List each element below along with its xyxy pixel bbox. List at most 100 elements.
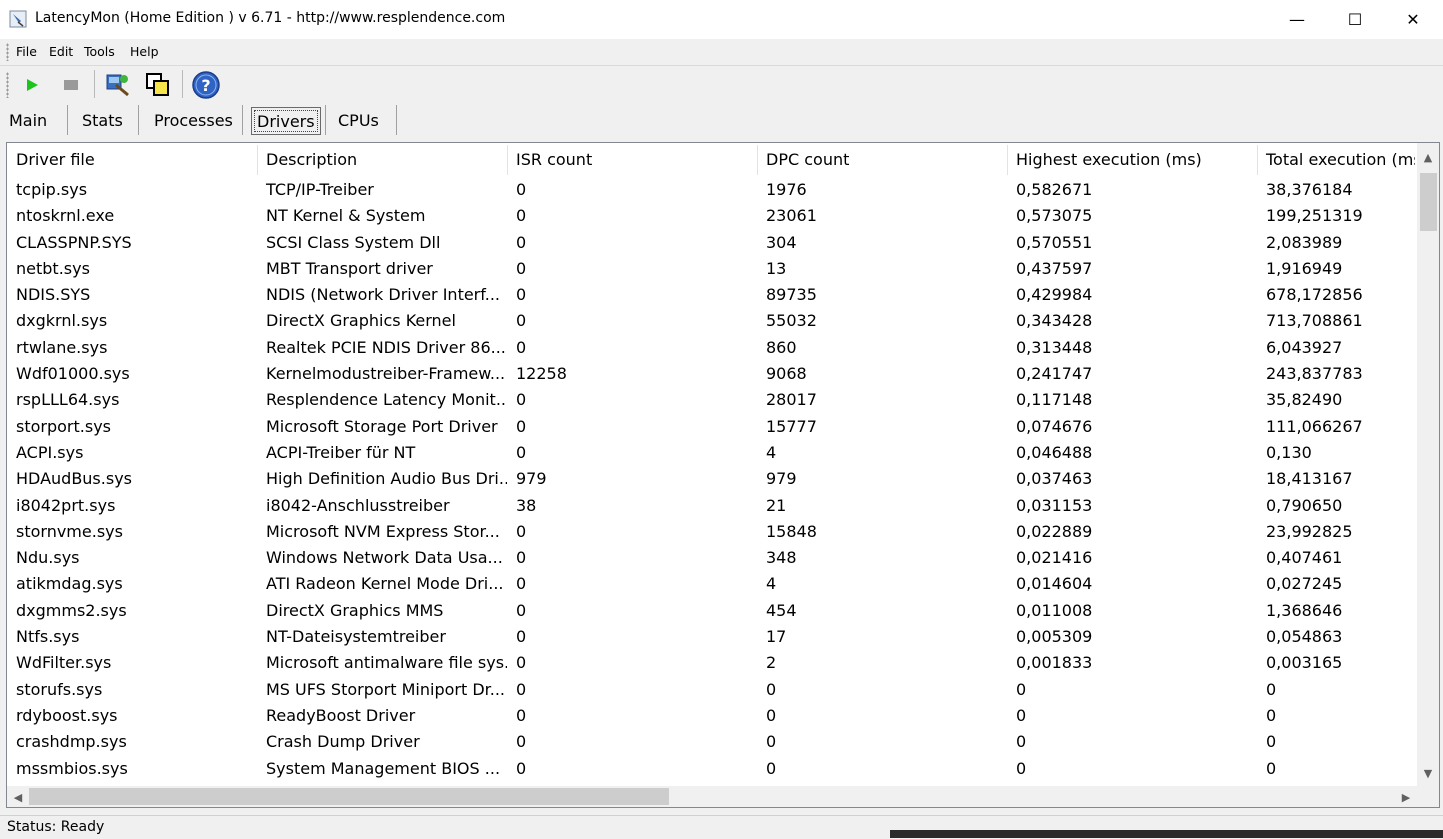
table-row[interactable]: dxgkrnl.sys DirectX Graphics Kernel 0 55032…	[7, 308, 1415, 334]
scroll-down-arrow[interactable]: ▼	[1417, 763, 1439, 783]
table-row[interactable]: NDIS.SYS NDIS (Network Driver Interf... 0 8…	[7, 282, 1415, 308]
table-row[interactable]: i8042prt.sys i8042-Anschlusstreiber 38 21 0,…	[7, 493, 1415, 519]
cell-dpc-count: 4	[766, 442, 777, 462]
cell-dpc-count: 979	[766, 469, 797, 489]
cell-dpc-count: 55032	[766, 311, 817, 331]
cell-isr-count: 0	[516, 311, 527, 331]
help-button[interactable]: ?	[191, 70, 221, 100]
column-header-driver-file[interactable]: Driver file	[7, 143, 257, 177]
table-row[interactable]: netbt.sys MBT Transport driver 0 13 0,437597…	[7, 256, 1415, 282]
cell-isr-count: 0	[516, 653, 527, 673]
table-row[interactable]: HDAudBus.sys High Definition Audio Bus Dr…	[7, 466, 1415, 492]
cell-isr-count: 0	[516, 232, 527, 252]
cell-isr-count: 0	[516, 574, 527, 594]
cell-driver-file: storufs.sys	[16, 679, 103, 699]
column-header-highest-execution[interactable]: Highest execution (ms)	[1007, 143, 1257, 177]
cell-description: High Definition Audio Bus Dri...	[266, 469, 507, 489]
cell-highest-execution: 0,343428	[1016, 311, 1093, 331]
tab-stats[interactable]: Stats	[82, 107, 123, 133]
tab-main[interactable]: Main	[9, 107, 47, 133]
cell-highest-execution: 0,241747	[1016, 364, 1093, 384]
table-row[interactable]: rspLLL64.sys Resplendence Latency Monit..…	[7, 387, 1415, 413]
scroll-left-arrow[interactable]: ◀	[7, 787, 29, 807]
cell-driver-file: ntoskrnl.exe	[16, 206, 115, 226]
close-button[interactable]: ✕	[1384, 0, 1442, 39]
tab-drivers[interactable]: Drivers	[251, 107, 321, 135]
menu-edit[interactable]: Edit	[49, 44, 73, 59]
play-icon	[27, 79, 38, 91]
table-body: tcpip.sys TCP/IP-Treiber 0 1976 0,582671 38,3…	[7, 177, 1415, 781]
status-text: Status: Ready	[7, 819, 105, 835]
vertical-scroll-thumb[interactable]	[1420, 173, 1437, 231]
tab-bar: Main Stats Processes Drivers CPUs	[0, 103, 1443, 137]
cell-description: DirectX Graphics MMS	[266, 600, 444, 620]
scroll-right-arrow[interactable]: ▶	[1395, 787, 1417, 807]
cell-highest-execution: 0	[1016, 705, 1027, 725]
table-row[interactable]: storufs.sys MS UFS Storport Miniport Dr..…	[7, 677, 1415, 703]
cell-description: Microsoft NVM Express Stor...	[266, 521, 500, 541]
cell-description: SCSI Class System Dll	[266, 232, 441, 252]
table-row[interactable]: CLASSPNP.SYS SCSI Class System Dll 0 304 0,5…	[7, 230, 1415, 256]
column-header-total-execution[interactable]: Total execution (ms)	[1257, 143, 1415, 177]
table-row[interactable]: ACPI.sys ACPI-Treiber für NT 0 4 0,046488 0,1…	[7, 440, 1415, 466]
stop-icon	[64, 80, 78, 90]
toolbar: ?	[0, 66, 1443, 103]
tab-processes[interactable]: Processes	[154, 107, 233, 133]
windows-button[interactable]	[143, 70, 173, 100]
horizontal-scrollbar[interactable]: ◀ ▶	[7, 786, 1417, 807]
table-row[interactable]: dxgmms2.sys DirectX Graphics MMS 0 454 0,011…	[7, 598, 1415, 624]
menu-help[interactable]: Help	[130, 44, 159, 59]
drivers-list[interactable]: Driver file Description ISR count DPC co…	[6, 142, 1440, 808]
table-row[interactable]: Wdf01000.sys Kernelmodustreiber-Framew...…	[7, 361, 1415, 387]
menu-bar: File Edit Tools Help	[0, 39, 1443, 66]
table-row[interactable]: tcpip.sys TCP/IP-Treiber 0 1976 0,582671 38,3…	[7, 177, 1415, 203]
column-header-dpc-count[interactable]: DPC count	[757, 143, 1007, 177]
table-row[interactable]: atikmdag.sys ATI Radeon Kernel Mode Dri..…	[7, 571, 1415, 597]
minimize-button[interactable]: —	[1268, 0, 1326, 39]
cell-dpc-count: 2	[766, 653, 777, 673]
cell-isr-count: 0	[516, 258, 527, 278]
cell-description: NT-Dateisystemtreiber	[266, 627, 446, 647]
tab-cpus[interactable]: CPUs	[338, 107, 379, 133]
table-row[interactable]: mssmbios.sys System Management BIOS ... 0 0…	[7, 756, 1415, 781]
start-button[interactable]	[17, 70, 47, 100]
svg-text:?: ?	[201, 76, 210, 95]
table-row[interactable]: Ndu.sys Windows Network Data Usa... 0 348 0,…	[7, 545, 1415, 571]
menu-file[interactable]: File	[16, 44, 37, 59]
table-row[interactable]: WdFilter.sys Microsoft antimalware file s…	[7, 650, 1415, 676]
cell-dpc-count: 15848	[766, 521, 817, 541]
table-row[interactable]: stornvme.sys Microsoft NVM Express Stor..…	[7, 519, 1415, 545]
cell-dpc-count: 454	[766, 600, 797, 620]
cell-description: ACPI-Treiber für NT	[266, 442, 416, 462]
cell-isr-count: 0	[516, 180, 527, 199]
column-header-isr-count[interactable]: ISR count	[507, 143, 757, 177]
cell-isr-count: 0	[516, 732, 527, 752]
table-row[interactable]: Ntfs.sys NT-Dateisystemtreiber 0 17 0,005309…	[7, 624, 1415, 650]
cell-driver-file: HDAudBus.sys	[16, 469, 132, 489]
cell-highest-execution: 0,313448	[1016, 337, 1093, 357]
background-window-strip	[890, 830, 1443, 838]
cell-total-execution: 678,172856	[1266, 285, 1363, 305]
cell-highest-execution: 0	[1016, 679, 1027, 699]
driver-tool-button[interactable]	[103, 70, 133, 100]
column-header-description[interactable]: Description	[257, 143, 507, 177]
cell-description: DirectX Graphics Kernel	[266, 311, 456, 331]
cell-dpc-count: 304	[766, 232, 797, 252]
vertical-scrollbar[interactable]: ▲ ▼	[1417, 143, 1439, 786]
horizontal-scroll-thumb[interactable]	[29, 788, 669, 805]
table-row[interactable]: ntoskrnl.exe NT Kernel & System 0 23061 0,57…	[7, 203, 1415, 229]
toolbar-separator	[182, 70, 183, 98]
scroll-up-arrow[interactable]: ▲	[1417, 147, 1439, 167]
table-row[interactable]: crashdmp.sys Crash Dump Driver 0 0 0 0	[7, 729, 1415, 755]
cell-total-execution: 0,054863	[1266, 627, 1343, 647]
cell-driver-file: rspLLL64.sys	[16, 390, 120, 410]
table-row[interactable]: storport.sys Microsoft Storage Port Drive…	[7, 414, 1415, 440]
table-row[interactable]: rtwlane.sys Realtek PCIE NDIS Driver 86..…	[7, 335, 1415, 361]
toolbar-grip	[6, 72, 9, 98]
stop-button[interactable]	[56, 70, 86, 100]
cell-isr-count: 0	[516, 521, 527, 541]
table-row[interactable]: rdyboost.sys ReadyBoost Driver 0 0 0 0	[7, 703, 1415, 729]
maximize-button[interactable]: ☐	[1326, 0, 1384, 39]
menu-tools[interactable]: Tools	[84, 44, 115, 59]
cell-dpc-count: 0	[766, 758, 777, 778]
